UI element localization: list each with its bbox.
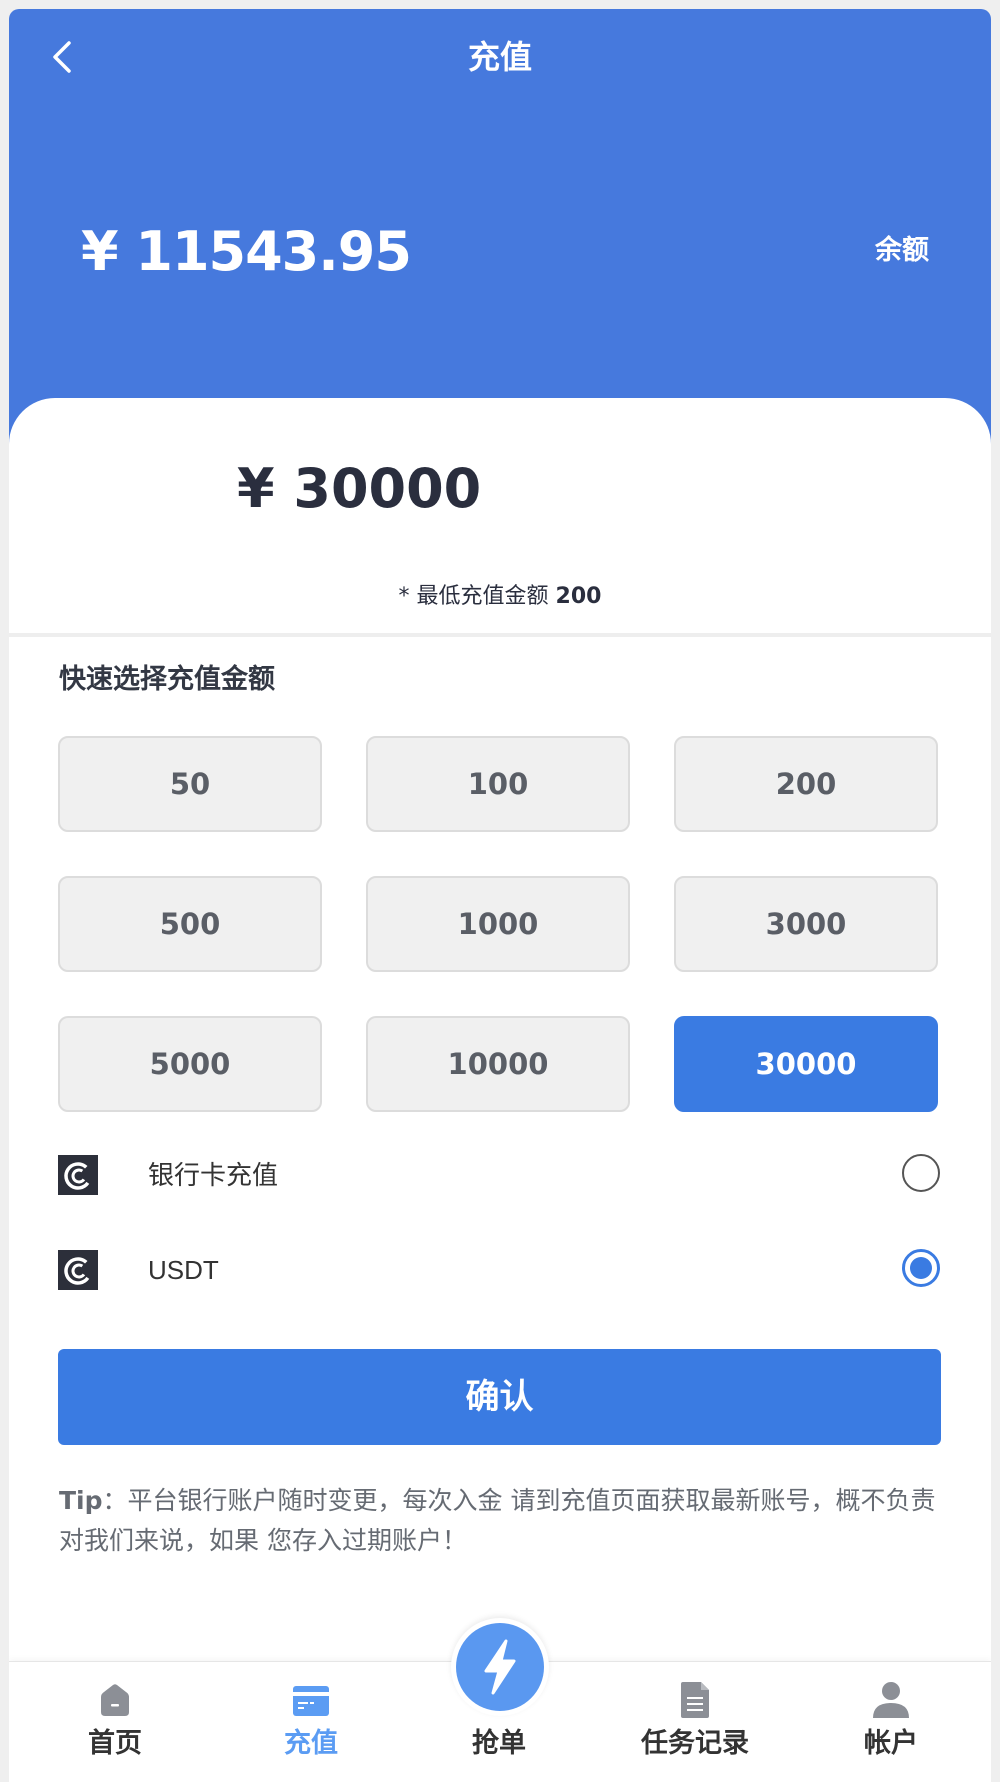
payment-logo-icon [58, 1155, 98, 1195]
payment-logo-icon [58, 1250, 98, 1290]
amount-option-3000[interactable]: 3000 [674, 876, 938, 972]
grab-order-button[interactable] [451, 1618, 549, 1716]
tab-label: 充值 [284, 1728, 338, 1759]
document-icon [681, 1682, 709, 1718]
tip-body: ：平台银行账户随时变更，每次入金 请到充值页面获取最新账号，概不负责 对我们来说… [59, 1486, 936, 1555]
amount-option-500[interactable]: 500 [58, 876, 322, 972]
balance-amount: ¥ 11543.95 [81, 220, 412, 283]
payment-method-bank-card[interactable]: 银行卡充值 [58, 1152, 940, 1198]
minimum-amount-note: * 最低充值金额 200 [9, 580, 991, 614]
amount-option-1000[interactable]: 1000 [366, 876, 630, 972]
amount-option-10000[interactable]: 10000 [366, 1016, 630, 1112]
recharge-page: 充值 ¥ 11543.95 余额 ¥ 30000 * 最低充值金额 200 快速… [9, 9, 991, 1782]
quick-select-title: 快速选择充值金额 [59, 664, 275, 695]
minimum-note-value: 200 [555, 584, 602, 609]
header: 充值 ¥ 11543.95 余额 [9, 9, 991, 449]
user-icon [873, 1682, 909, 1718]
payment-method-label: 银行卡充值 [148, 1160, 279, 1190]
tab-label: 任务记录 [641, 1728, 749, 1759]
home-icon [101, 1684, 129, 1716]
balance-label: 余额 [875, 235, 929, 266]
minimum-note-text: * 最低充值金额 [398, 584, 556, 609]
tip-prefix: Tip [59, 1486, 103, 1515]
tab-task-records[interactable]: 任务记录 [597, 1662, 793, 1782]
tip-text: Tip：平台银行账户随时变更，每次入金 请到充值页面获取最新账号，概不负责 对我… [59, 1481, 939, 1561]
payment-method-usdt[interactable]: USDT [58, 1247, 940, 1293]
recharge-amount-input[interactable]: ¥ 30000 [237, 454, 481, 524]
amount-option-30000[interactable]: 30000 [674, 1016, 938, 1112]
tab-account[interactable]: 帐户 [793, 1662, 989, 1782]
amount-option-5000[interactable]: 5000 [58, 1016, 322, 1112]
amount-option-200[interactable]: 200 [674, 736, 938, 832]
recharge-card: ¥ 30000 * 最低充值金额 200 快速选择充值金额 50 100 200… [9, 398, 991, 1782]
payment-radio-bank-card[interactable] [902, 1154, 940, 1192]
page-title: 充值 [467, 38, 532, 76]
card-icon [293, 1686, 329, 1716]
payment-radio-usdt[interactable] [902, 1249, 940, 1287]
amount-option-50[interactable]: 50 [58, 736, 322, 832]
amount-option-100[interactable]: 100 [366, 736, 630, 832]
tab-label: 帐户 [864, 1728, 918, 1759]
tab-label: 抢单 [472, 1728, 526, 1759]
payment-method-label: USDT [148, 1255, 219, 1285]
tab-recharge[interactable]: 充值 [213, 1662, 409, 1782]
tab-label: 首页 [88, 1728, 142, 1759]
lightning-icon [484, 1639, 516, 1695]
divider [9, 633, 991, 637]
grab-order-circle [456, 1623, 544, 1711]
confirm-button[interactable]: 确认 [58, 1349, 941, 1445]
tab-home[interactable]: 首页 [17, 1662, 213, 1782]
